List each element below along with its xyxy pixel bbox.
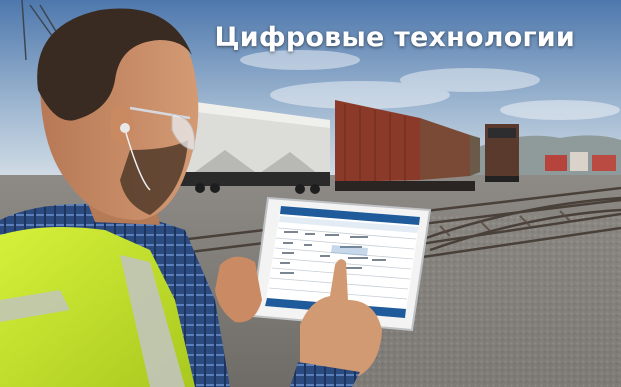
- rail-yard-photo: [0, 0, 621, 387]
- photo-frame: Цифровые технологии: [0, 0, 621, 387]
- headline-text: Цифровые технологии: [214, 22, 575, 53]
- locomotive: [485, 124, 519, 182]
